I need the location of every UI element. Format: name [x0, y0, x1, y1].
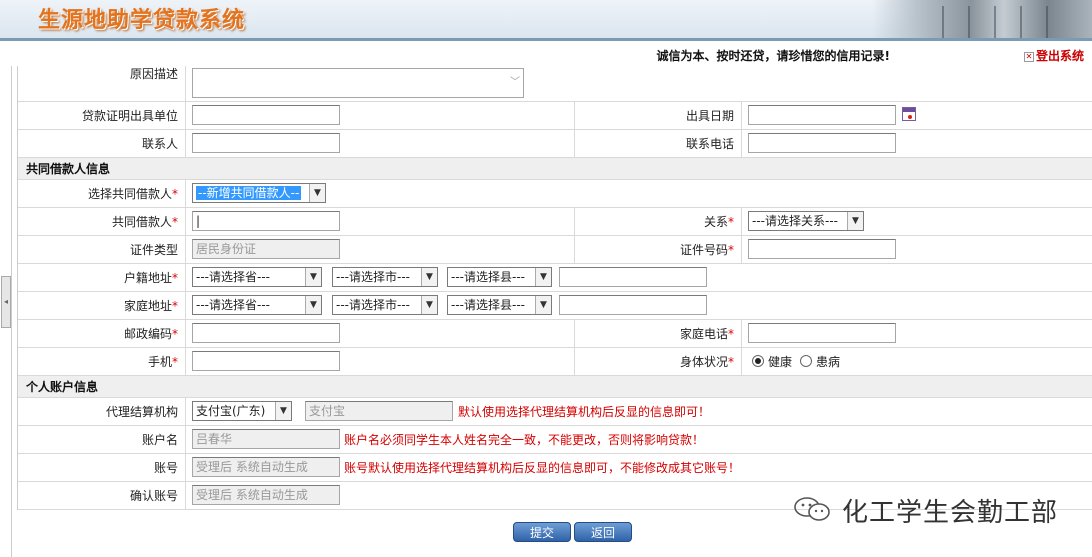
reason-textarea[interactable]: ﹀ — [192, 68, 524, 98]
chevron-down-icon: ▼ — [847, 212, 863, 230]
coborrower-name-label: 共同借款人* — [111, 215, 178, 229]
home-phone-input[interactable] — [748, 323, 896, 343]
home-detail-input[interactable] — [559, 295, 707, 315]
slogan: 诚信为本、按时还贷，请珍惜您的信用记录! — [656, 49, 890, 63]
postcode-row: 邮政编码* 家庭电话* — [18, 320, 1092, 348]
chevron-down-icon: ▼ — [535, 268, 551, 286]
postcode-input[interactable] — [192, 323, 340, 343]
back-button[interactable]: 返回 — [574, 522, 632, 542]
confirm-account-input: 受理后 系统自动生成 — [192, 485, 340, 505]
home-province-dropdown[interactable]: ---请选择省--- ▼ — [192, 295, 322, 315]
issuer-label: 贷款证明出具单位 — [81, 109, 178, 123]
account-no-row: 账号 受理后 系统自动生成 账号默认使用选择代理结算机构后反显的信息即可，不能修… — [18, 454, 1092, 482]
agent-readonly-input: 支付宝 — [305, 401, 453, 421]
coborrower-section-title: 共同借款人信息 — [18, 158, 1092, 180]
mobile-row: 手机* 身体状况* 健康 患病 — [18, 348, 1092, 376]
health-good-label: 健康 — [768, 355, 793, 369]
agent-hint: 默认使用选择代理结算机构后反显的信息即可！ — [458, 405, 711, 419]
contact-phone-label: 联系电话 — [685, 137, 734, 151]
census-province-dropdown[interactable]: ---请选择省--- ▼ — [192, 267, 322, 287]
account-name-input: 吕春华 — [192, 429, 340, 449]
home-city-dropdown[interactable]: ---请选择市--- ▼ — [332, 295, 438, 315]
top-bar: 诚信为本、按时还贷，请珍惜您的信用记录! ✕ 登出系统 — [0, 38, 1092, 66]
issuer-row: 贷款证明出具单位 出具日期 — [18, 102, 1092, 130]
select-coborrower-row: 选择共同借款人* --新增共同借款人-- ▼ — [18, 180, 1092, 208]
id-type-row: 证件类型 居民身份证 证件号码* — [18, 236, 1092, 264]
chevron-down-icon: ﹀ — [510, 77, 520, 88]
reason-label: 原因描述 — [129, 67, 178, 81]
census-county-dropdown[interactable]: ---请选择县--- ▼ — [447, 267, 552, 287]
confirm-account-label: 确认账号 — [129, 489, 178, 503]
id-type-label: 证件类型 — [129, 243, 178, 257]
issuer-input[interactable] — [192, 105, 340, 125]
select-coborrower-dropdown[interactable]: --新增共同借款人-- ▼ — [192, 183, 326, 203]
app-title: 生源地助学贷款系统 — [38, 7, 246, 33]
loan-form: 原因描述 ﹀ 贷款证明出具单位 出具日期 联系人 联系电话 共同借款人信息 选择… — [17, 66, 1092, 510]
issue-date-input[interactable] — [748, 105, 896, 125]
chevron-down-icon: ▼ — [305, 268, 321, 286]
chevron-down-icon: ▼ — [535, 296, 551, 314]
contact-row: 联系人 联系电话 — [18, 130, 1092, 158]
header-building-image — [872, 0, 1092, 38]
census-address-row: 户籍地址* ---请选择省--- ▼ ---请选择市--- ▼ ---请选择县---… — [18, 264, 1092, 292]
health-label: 身体状况* — [679, 355, 734, 369]
issue-date-label: 出具日期 — [685, 109, 734, 123]
reason-row: 原因描述 ﹀ — [18, 66, 1092, 102]
chevron-down-icon: ▼ — [421, 268, 437, 286]
account-section-title: 个人账户信息 — [18, 376, 1092, 398]
collapse-sidebar-handle[interactable]: ◂ — [1, 276, 11, 328]
home-address-label: 家庭地址* — [123, 299, 178, 313]
calendar-icon[interactable] — [902, 107, 916, 121]
coborrower-name-input[interactable]: | — [192, 211, 340, 231]
contact-phone-input[interactable] — [748, 133, 896, 153]
chevron-down-icon: ▼ — [309, 184, 325, 202]
wechat-icon — [794, 497, 830, 521]
agent-dropdown[interactable]: 支付宝(广东) ▼ — [192, 401, 292, 421]
mobile-label: 手机* — [147, 355, 178, 369]
account-name-row: 账户名 吕春华 账户名必须同学生本人姓名完全一致，不能更改，否则将影响贷款！ — [18, 426, 1092, 454]
relation-dropdown[interactable]: ---请选择关系--- ▼ — [748, 211, 864, 231]
submit-button[interactable]: 提交 — [513, 522, 571, 542]
coborrower-name-row: 共同借款人* | 关系* ---请选择关系--- ▼ — [18, 208, 1092, 236]
census-detail-input[interactable] — [559, 267, 707, 287]
postcode-label: 邮政编码* — [123, 327, 178, 341]
close-icon: ✕ — [1023, 52, 1034, 62]
chevron-down-icon: ▼ — [421, 296, 437, 314]
home-address-row: 家庭地址* ---请选择省--- ▼ ---请选择市--- ▼ ---请选择县---… — [18, 292, 1092, 320]
id-no-label: 证件号码* — [679, 243, 734, 257]
contact-input[interactable] — [192, 133, 340, 153]
id-no-input[interactable] — [748, 239, 896, 259]
census-address-label: 户籍地址* — [123, 271, 178, 285]
census-city-dropdown[interactable]: ---请选择市--- ▼ — [332, 267, 438, 287]
home-county-dropdown[interactable]: ---请选择县--- ▼ — [447, 295, 552, 315]
account-no-hint: 账号默认使用选择代理结算机构后反显的信息即可，不能修改成其它账号！ — [344, 461, 741, 475]
account-no-input: 受理后 系统自动生成 — [192, 457, 340, 477]
mobile-input[interactable] — [192, 351, 340, 371]
select-coborrower-label: 选择共同借款人* — [87, 187, 178, 201]
app-header: 生源地助学贷款系统 — [0, 0, 1092, 38]
id-type-input: 居民身份证 — [192, 239, 340, 259]
account-no-label: 账号 — [153, 461, 178, 475]
account-name-hint: 账户名必须同学生本人姓名完全一致，不能更改，否则将影响贷款！ — [344, 433, 705, 447]
contact-label: 联系人 — [141, 137, 178, 151]
health-good-radio[interactable] — [752, 355, 764, 367]
relation-label: 关系* — [703, 215, 734, 229]
watermark-text: 化工学生会勤工部 — [842, 498, 1059, 528]
health-ill-radio[interactable] — [800, 355, 812, 367]
agent-label: 代理结算机构 — [105, 405, 178, 419]
home-phone-label: 家庭电话* — [679, 327, 734, 341]
account-name-label: 账户名 — [141, 433, 178, 447]
agent-row: 代理结算机构 支付宝(广东) ▼ 支付宝 默认使用选择代理结算机构后反显的信息即可… — [18, 398, 1092, 426]
chevron-down-icon: ▼ — [275, 402, 291, 420]
logout-link[interactable]: ✕ 登出系统 — [1023, 47, 1084, 64]
chevron-down-icon: ▼ — [305, 296, 321, 314]
health-ill-label: 患病 — [816, 355, 841, 369]
